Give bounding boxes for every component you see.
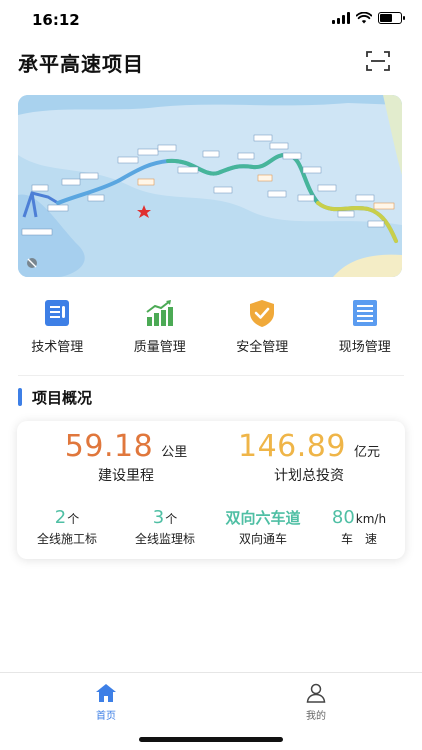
wifi-icon bbox=[356, 12, 372, 24]
battery-icon bbox=[378, 12, 405, 24]
scan-button[interactable] bbox=[366, 50, 390, 72]
section-accent-bar bbox=[18, 388, 22, 406]
section-title: 项目概况 bbox=[32, 388, 93, 407]
status-bar: 16:12 bbox=[0, 0, 422, 40]
stat-lanes-label: 双向通车 bbox=[238, 532, 287, 546]
home-indicator bbox=[139, 737, 283, 742]
page-title: 承平高速项目 bbox=[18, 52, 144, 76]
stat-speed-label: 车 速 bbox=[340, 532, 377, 546]
stat-investment-label: 计划总投资 bbox=[274, 468, 344, 484]
stat-lanes-value: 双向六车道 bbox=[225, 509, 301, 527]
scan-icon bbox=[366, 51, 390, 71]
menu-item-quality[interactable]: 质量管理 bbox=[112, 298, 208, 355]
stat-construction-unit: 个 bbox=[67, 512, 80, 526]
menu-label: 安全管理 bbox=[236, 340, 289, 355]
stat-length-unit: 公里 bbox=[161, 445, 188, 460]
menu-item-safety[interactable]: 安全管理 bbox=[214, 298, 310, 355]
divider bbox=[18, 375, 404, 376]
stat-investment: 146.89 亿元 计划总投资 bbox=[229, 429, 389, 485]
route-map[interactable] bbox=[18, 95, 402, 277]
stat-investment-unit: 亿元 bbox=[353, 445, 380, 460]
home-icon bbox=[96, 684, 116, 702]
stat-supervision-sections: 3个 全线监理标 bbox=[121, 507, 209, 547]
stat-construction-value: 2 bbox=[54, 507, 67, 528]
stat-supervision-value: 3 bbox=[152, 507, 165, 528]
user-icon bbox=[306, 683, 326, 703]
tab-home-label: 首页 bbox=[96, 711, 116, 722]
feature-menu: 技术管理 质量管理 安全管理 现场管理 bbox=[0, 298, 422, 355]
tab-mine[interactable]: 我的 bbox=[276, 683, 356, 722]
stat-construction-label: 全线施工标 bbox=[36, 532, 97, 546]
stat-supervision-label: 全线监理标 bbox=[134, 532, 195, 546]
tab-home[interactable]: 首页 bbox=[66, 683, 146, 722]
tab-mine-label: 我的 bbox=[306, 711, 326, 722]
battery-level bbox=[380, 14, 392, 22]
signal-icon bbox=[332, 12, 350, 24]
stat-lanes: 双向六车道 双向通车 bbox=[213, 507, 313, 547]
document-icon bbox=[45, 300, 70, 326]
stat-speed-value: 80 bbox=[331, 507, 355, 528]
menu-item-tech[interactable]: 技术管理 bbox=[9, 298, 105, 355]
chart-icon bbox=[146, 300, 173, 326]
stat-length: 59.18 公里 建设里程 bbox=[51, 429, 201, 485]
list-icon bbox=[352, 300, 377, 326]
menu-label: 现场管理 bbox=[338, 340, 391, 355]
stat-length-value: 59.18 bbox=[64, 429, 154, 464]
stat-supervision-unit: 个 bbox=[165, 512, 178, 526]
shield-check-icon bbox=[250, 300, 275, 327]
section-header: 项目概况 bbox=[18, 387, 92, 407]
overview-card: 59.18 公里 建设里程 146.89 亿元 计划总投资 2个 全线施工标 3个 … bbox=[17, 421, 405, 559]
status-time: 16:12 bbox=[32, 11, 80, 29]
menu-item-site[interactable]: 现场管理 bbox=[317, 298, 413, 355]
stat-investment-value: 146.89 bbox=[238, 429, 346, 464]
stat-construction-sections: 2个 全线施工标 bbox=[25, 507, 109, 547]
route-map-image bbox=[18, 95, 402, 277]
status-icons bbox=[332, 12, 405, 24]
menu-label: 质量管理 bbox=[133, 340, 186, 355]
stat-speed: 80km/h 车 速 bbox=[319, 507, 399, 547]
stat-speed-unit: km/h bbox=[355, 512, 387, 526]
stat-length-label: 建设里程 bbox=[98, 468, 154, 484]
menu-label: 技术管理 bbox=[31, 340, 84, 355]
